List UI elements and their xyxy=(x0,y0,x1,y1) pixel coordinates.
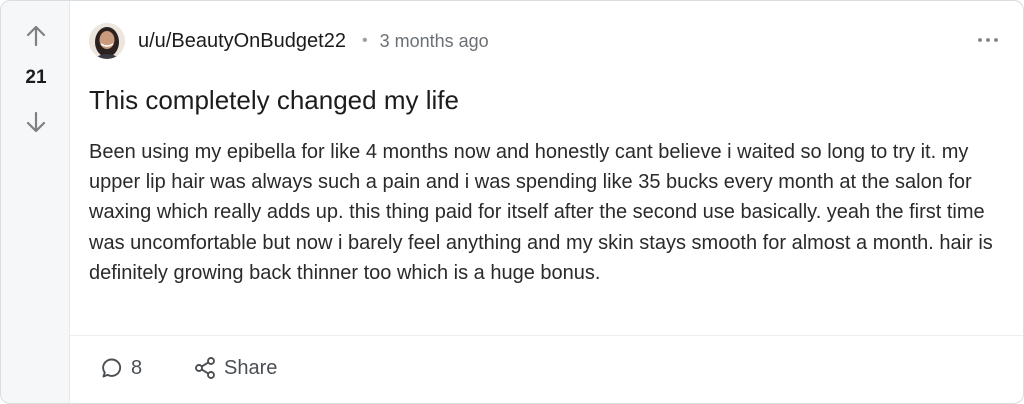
more-options-button[interactable] xyxy=(976,33,1000,47)
post-header: u/u/BeautyOnBudget22 • 3 months ago xyxy=(89,23,1009,59)
share-label: Share xyxy=(224,356,278,379)
author-username[interactable]: u/u/BeautyOnBudget22 xyxy=(138,30,346,53)
comments-count: 8 xyxy=(131,356,143,379)
post-content: u/u/BeautyOnBudget22 • 3 months ago This… xyxy=(70,1,1023,403)
post-timestamp: 3 months ago xyxy=(379,30,489,51)
downvote-button[interactable] xyxy=(23,109,49,135)
vote-column: 21 xyxy=(1,1,70,403)
post-body: Been using my epibella for like 4 months… xyxy=(89,141,993,284)
upvote-button[interactable] xyxy=(23,23,49,49)
avatar[interactable] xyxy=(89,23,125,59)
meta-separator: • xyxy=(361,32,368,49)
post-card: 21 u/u/BeautyOnBudget22 • 3 months ago T… xyxy=(0,0,1024,404)
share-icon xyxy=(195,357,215,379)
arrow-down-icon xyxy=(26,111,46,133)
more-horizontal-icon xyxy=(978,38,998,42)
comment-bubble-icon xyxy=(102,358,122,378)
comments-button[interactable]: 8 xyxy=(100,356,142,380)
share-button[interactable]: Share xyxy=(193,356,277,380)
arrow-up-icon xyxy=(26,25,46,47)
user-avatar-icon xyxy=(89,23,125,59)
post-title[interactable]: This completely changed my life xyxy=(89,85,459,116)
post-footer: 8 Share xyxy=(70,335,1023,403)
vote-count: 21 xyxy=(25,67,47,88)
